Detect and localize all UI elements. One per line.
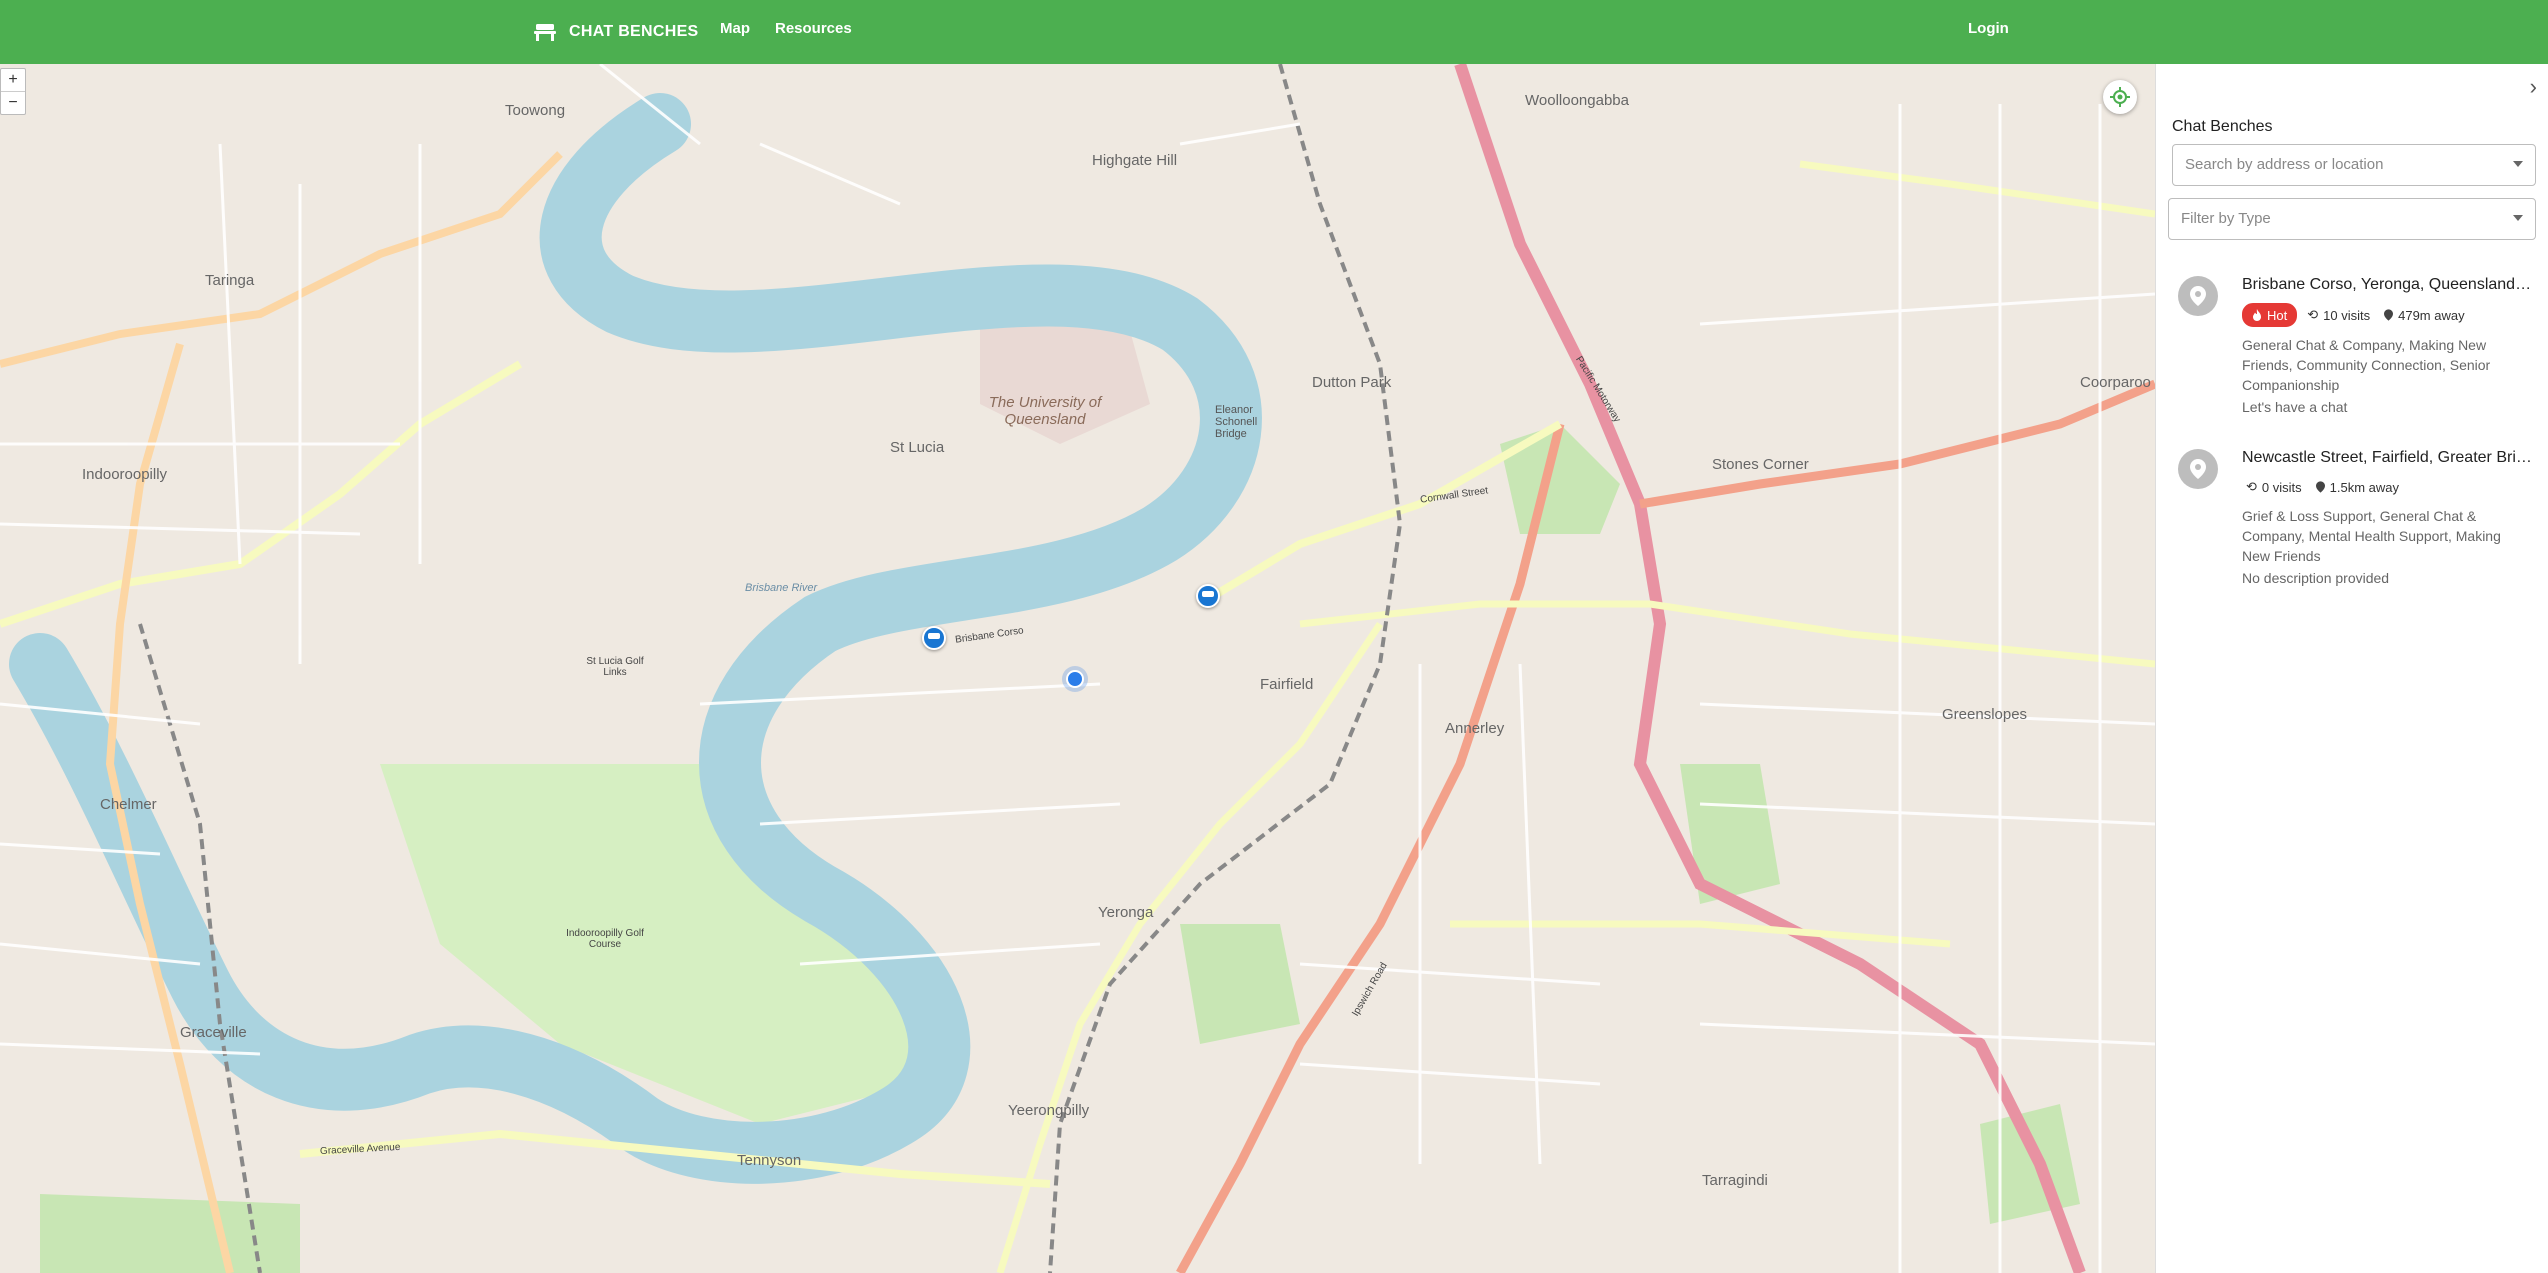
zoom-in-button[interactable]: + [1,69,25,92]
history-icon: ⟲ [2307,307,2319,322]
bench-marker[interactable] [922,626,946,650]
crosshair-icon [2110,87,2130,107]
map-label-graceville: Graceville [180,1024,247,1041]
distance-label: 1.5km away [2329,479,2400,495]
brand-name: CHAT BENCHES [569,23,699,40]
map-label-st-lucia: St Lucia [890,439,945,456]
map-label-toowong: Toowong [505,102,566,119]
nav-resources-link[interactable]: Resources [775,20,852,37]
map-tiles [0,64,2155,1273]
distance-label: 479m away [2398,307,2465,323]
map-label-chelmer: Chelmer [100,796,157,813]
map-label-woolloongabba: Woolloongabba [1525,92,1629,109]
map-label-dutton-park: Dutton Park [1312,374,1392,391]
bench-description: No description provided [2242,570,2390,586]
map-label-tennyson: Tennyson [737,1152,802,1169]
visits-label: 0 visits [2261,479,2302,495]
bench-title: Newcastle Street, Fairfield, Greater Bri… [2242,449,2534,466]
map-label-indooroopilly: Indooroopilly [82,466,168,483]
location-pin-icon [2178,449,2218,489]
current-location-marker [1066,670,1084,688]
distance: 1.5km away [2312,476,2403,498]
login-link[interactable]: Login [1968,20,2009,37]
map-label-greenslopes: Greenslopes [1942,706,2028,723]
map-label-eleanor-bridge: Eleanor Schonell Bridge [1215,404,1258,440]
bench-tags: Grief & Loss Support, General Chat & Com… [2242,508,2501,564]
map-label-yeerongpilly: Yeerongpilly [1008,1102,1090,1119]
filter-placeholder: Filter by Type [2181,210,2271,227]
bench-list: Brisbane Corso, Yeronga, Queensland, Aus… [2156,254,2548,598]
map-label-uq: The University of Queensland [988,394,1102,428]
bench-description: Let's have a chat [2242,399,2348,415]
map-label-fairfield: Fairfield [1260,676,1314,693]
dropdown-arrow-icon [2513,161,2523,167]
dropdown-arrow-icon [2513,215,2523,221]
hot-label: Hot [2267,307,2288,323]
history-icon: ⟲ [2246,479,2257,494]
bench-list-item[interactable]: Brisbane Corso, Yeronga, Queensland, Aus… [2156,254,2548,427]
zoom-control: + − [0,68,26,115]
location-icon [2384,309,2394,321]
map-label-coorparoo: Coorparoo [2080,374,2151,391]
location-icon [2315,481,2325,493]
location-pin-icon [2178,276,2218,316]
map-label-highgate-hill: Highgate Hill [1092,152,1178,169]
visits-label: 10 visits [2323,307,2371,323]
flame-icon [2253,309,2261,321]
map-label-yeronga: Yeronga [1098,904,1154,921]
bench-title: Brisbane Corso, Yeronga, Queensland, Aus… [2242,276,2534,293]
bench-icon [534,24,556,41]
map-label-tarragindi: Tarragindi [1702,1172,1768,1189]
map-label-annerley: Annerley [1445,720,1505,737]
sidebar-title: Chat Benches [2172,118,2273,135]
bench-marker[interactable] [1196,584,1220,608]
map-canvas[interactable]: Toowong Taringa Indooroopilly St Lucia T… [0,64,2155,1273]
map-label-indooroopilly-golf: Indooroopilly Golf Course [566,928,644,950]
map-label-stones-corner: Stones Corner [1712,456,1809,473]
top-app-bar: CHAT BENCHES Map Resources Login [0,0,2548,64]
map-label-taringa: Taringa [205,272,255,289]
bench-list-item[interactable]: Newcastle Street, Fairfield, Greater Bri… [2156,427,2548,598]
map-label-st-lucia-golf: St Lucia Golf Links [586,656,644,678]
visits-count: ⟲ 10 visits [2303,304,2374,326]
locate-me-button[interactable] [2103,80,2137,114]
visits-count: ⟲ 0 visits [2242,476,2306,498]
bench-tags: General Chat & Company, Making New Frien… [2242,337,2491,393]
type-filter-select[interactable]: Filter by Type [2168,198,2536,240]
search-input[interactable]: Search by address or location [2172,144,2536,186]
search-placeholder: Search by address or location [2185,156,2384,173]
map-label-brisbane-river: Brisbane River [745,582,818,594]
brand-logo[interactable]: CHAT BENCHES [533,17,699,47]
hot-badge: Hot [2242,303,2298,327]
chevron-right-icon[interactable]: › [2530,74,2537,100]
nav-map-link[interactable]: Map [720,20,750,37]
distance: 479m away [2380,304,2468,326]
zoom-out-button[interactable]: − [1,92,25,114]
bench-sidebar: › Chat Benches Search by address or loca… [2155,64,2548,1273]
